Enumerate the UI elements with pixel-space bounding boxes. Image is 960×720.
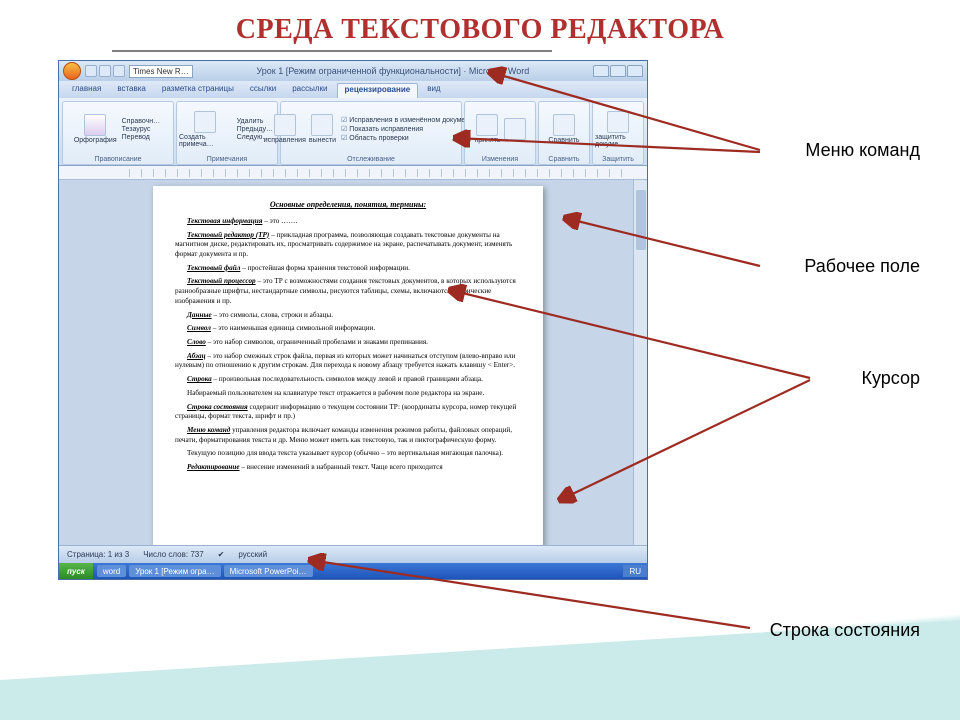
annotation-arrows [0,0,960,720]
slide: СРЕДА ТЕКСТОВОГО РЕДАКТОРА Times New R… … [0,0,960,720]
